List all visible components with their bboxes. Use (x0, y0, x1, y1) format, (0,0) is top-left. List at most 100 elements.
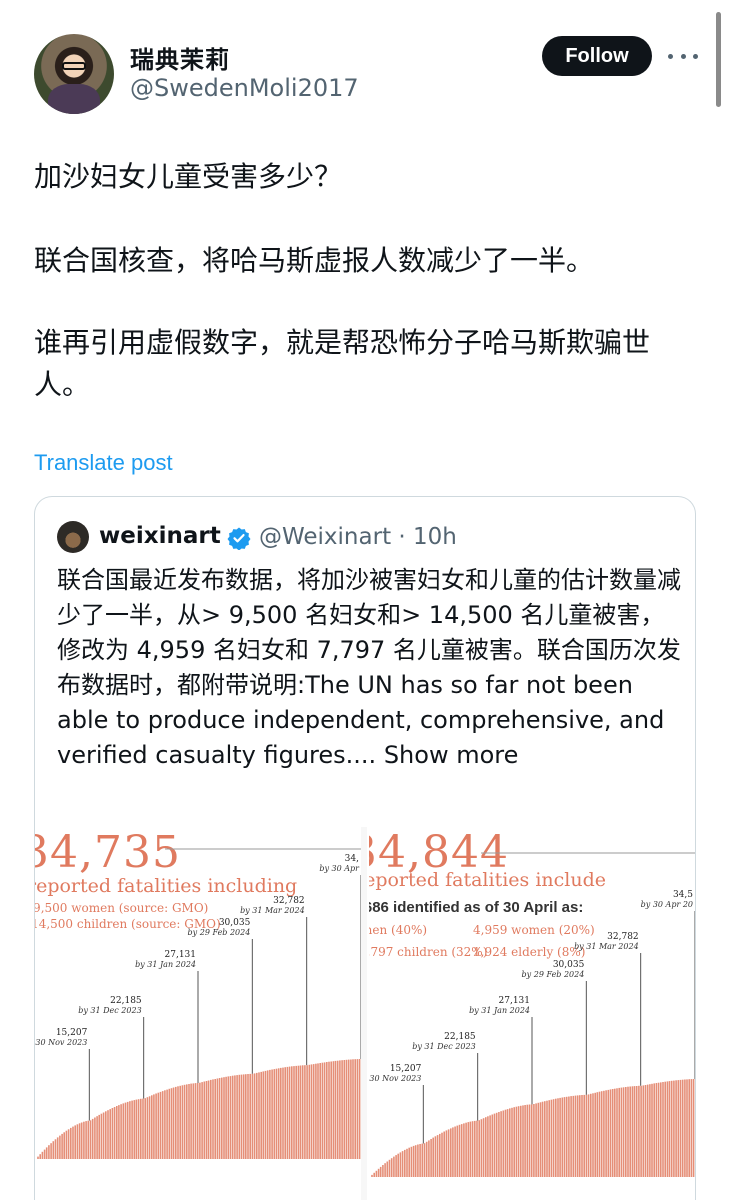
chart-right-bar (555, 1098, 557, 1177)
chart-left-bar (203, 1081, 206, 1159)
chart-left-bar (37, 1156, 39, 1159)
chart-right-bar (436, 1135, 439, 1177)
show-more-link[interactable]: Show more (384, 741, 519, 769)
chart-left-bar (236, 1075, 238, 1159)
chart-right-bar (622, 1087, 625, 1177)
chart-left-bar (256, 1072, 258, 1159)
scrollbar[interactable] (716, 12, 721, 107)
chart-left-bar (361, 1059, 363, 1159)
chart-right-bar (530, 1104, 533, 1177)
chart-right-bar (592, 1093, 594, 1177)
chart-right-bar (535, 1103, 537, 1177)
chart-left-bar (212, 1079, 214, 1159)
chart-right-bar (522, 1105, 524, 1177)
tweet-text-line-3: 谁再引用虚假数字，就是帮恐怖分子哈马斯欺骗世人。 (34, 326, 651, 401)
follow-button[interactable]: Follow (542, 36, 652, 76)
quoted-tweet-card[interactable]: weixinart @Weixinart · 10h 联合国最近发布数据，将加沙… (34, 496, 696, 1200)
chart-left-bar (63, 1132, 65, 1159)
chart-left-bar (247, 1074, 249, 1159)
verified-badge-icon (227, 527, 251, 550)
chart-left-bar (205, 1081, 208, 1159)
chart-right-annotation-date: by 30 Nov 2023 (369, 1074, 421, 1083)
chart-left-annotation-value: 27,131 (165, 950, 197, 960)
chart-left-bar (124, 1102, 127, 1159)
chart-right-bar (653, 1083, 655, 1177)
chart-left-bar (153, 1094, 155, 1159)
chart-left-bar (299, 1065, 302, 1159)
author-handle[interactable]: @SwedenMoli2017 (130, 74, 359, 102)
chart-left-annotation-value: 30,035 (219, 918, 251, 928)
chart-right-bar (552, 1099, 555, 1177)
chart-right-bar (520, 1105, 522, 1177)
chart-right-bar (541, 1101, 544, 1177)
quoted-author-handle-time[interactable]: @Weixinart · 10h (259, 524, 457, 550)
chart-right-bar (428, 1140, 430, 1177)
chart-right-bar (594, 1092, 596, 1177)
chart-left-bar (207, 1080, 210, 1159)
author-display-name[interactable]: 瑞典茉莉 (130, 40, 230, 75)
chart-left-bar (341, 1060, 343, 1159)
chart-left-bar (297, 1065, 300, 1159)
chart-left-bar (339, 1060, 341, 1159)
chart-right-bar (450, 1128, 452, 1177)
chart-left-annotation-date: by 31 Mar 2024 (240, 906, 305, 915)
chart-right-annotation-value: 22,185 (444, 1032, 476, 1042)
chart-right-bar (605, 1090, 607, 1177)
chart-right-bar (430, 1139, 432, 1177)
chart-right-bar (559, 1097, 561, 1177)
chart-left-bar (284, 1067, 286, 1159)
chart-left-bar (332, 1061, 335, 1159)
chart-right-bar (570, 1096, 572, 1177)
chart-right-bar (371, 1174, 373, 1177)
chart-right-bar (500, 1111, 502, 1177)
chart-right-bar (561, 1097, 564, 1177)
more-options-icon[interactable] (668, 42, 698, 70)
chart-right-bar (397, 1153, 399, 1177)
chart-right-bar (528, 1104, 531, 1177)
chart-right-annotation-value: 32,782 (607, 932, 639, 942)
chart-left-bar (350, 1059, 352, 1159)
chart-left-bar (78, 1123, 81, 1159)
chart-left-bar (164, 1090, 166, 1159)
chart-right-annotation-date: by 30 Apr 20 (641, 900, 693, 909)
chart-right-bar (417, 1144, 419, 1177)
chart-right-bar (517, 1106, 520, 1177)
chart-image-right[interactable]: 34,844 reported fatalities include 24,68… (369, 827, 695, 1200)
chart-image-left[interactable]: 34,735 reported fatalities including >9,… (35, 827, 367, 1200)
chart-left-bar (120, 1104, 122, 1159)
author-avatar[interactable] (34, 34, 114, 114)
chart-right-annotation-value: 34,5 (673, 890, 693, 900)
quoted-tweet-body: 联合国最近发布数据，将加沙被害妇女和儿童的估计数量减少了一半，从> 9,500 … (57, 566, 681, 769)
chart-left-bar (280, 1067, 282, 1159)
quoted-author-name[interactable]: weixinart (99, 523, 221, 549)
tweet-text-line-1: 加沙妇女儿童受害多少？ (34, 160, 343, 193)
chart-right-bar (596, 1092, 599, 1177)
chart-right-bar (625, 1087, 627, 1177)
chart-left-bar (304, 1065, 306, 1159)
chart-left-bar (229, 1076, 232, 1159)
chart-left-bar (260, 1071, 262, 1159)
chart-right-bar (412, 1145, 415, 1177)
chart-left-bar (155, 1093, 157, 1159)
chart-right-bar (616, 1088, 618, 1177)
chart-right-bar (581, 1095, 583, 1177)
chart-right-bar (502, 1110, 505, 1177)
chart-left-bar (275, 1068, 278, 1159)
chart-right-bar (406, 1148, 408, 1177)
chart-left-bar (312, 1064, 315, 1159)
chart-left-bar (199, 1082, 201, 1159)
chart-right-bar (498, 1112, 500, 1177)
chart-left-bar (227, 1076, 230, 1159)
chart-left-bar (264, 1070, 267, 1159)
chart-left-bar (231, 1075, 234, 1159)
chart-right-bar (506, 1109, 509, 1177)
chart-left-bar (159, 1091, 162, 1159)
chart-right-bar (480, 1119, 483, 1177)
chart-left-bar (135, 1099, 138, 1159)
translate-post-link[interactable]: Translate post (34, 450, 173, 476)
quoted-author-avatar[interactable] (57, 521, 89, 553)
chart-left-bar (96, 1116, 98, 1159)
chart-right-bar (474, 1120, 476, 1177)
chart-left-bar (262, 1071, 265, 1159)
chart-right-bar (614, 1088, 616, 1177)
